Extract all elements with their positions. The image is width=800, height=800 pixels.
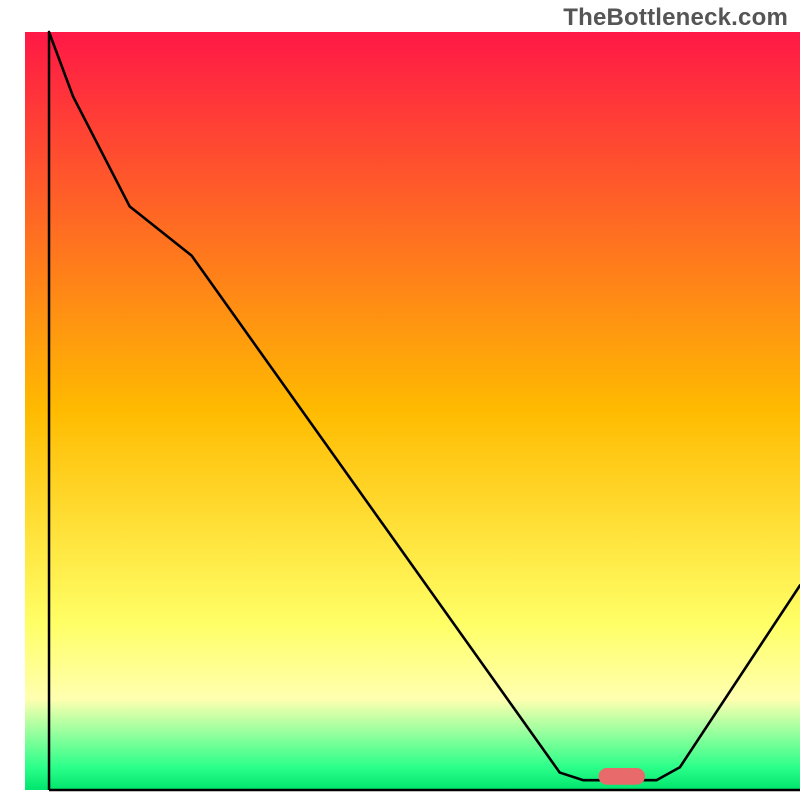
plot-background (25, 32, 800, 790)
optimum-marker (599, 768, 646, 785)
bottleneck-chart (0, 0, 800, 800)
watermark-text: TheBottleneck.com (563, 4, 788, 32)
